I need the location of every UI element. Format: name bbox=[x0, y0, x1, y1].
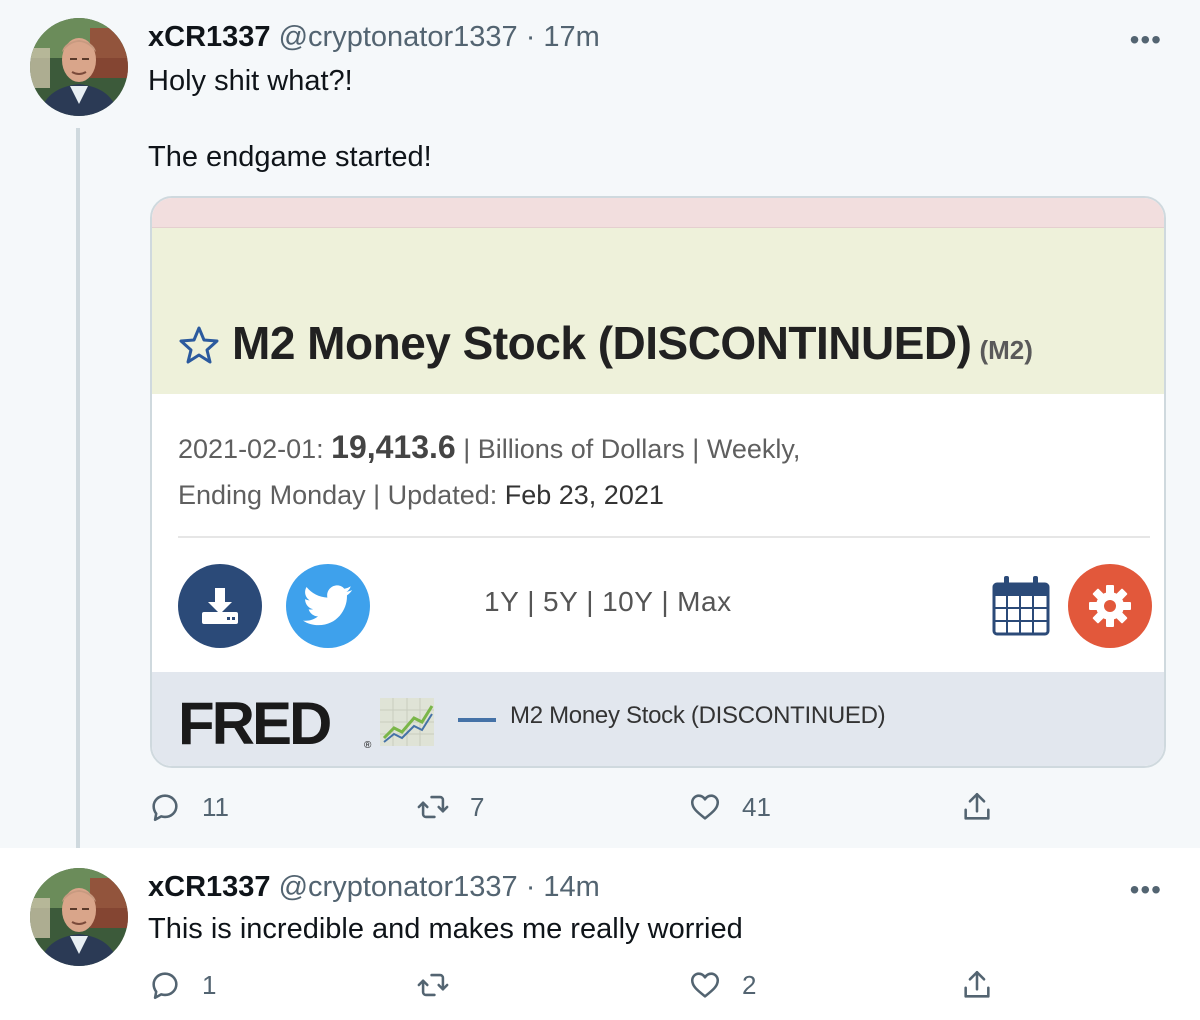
gear-icon bbox=[1089, 585, 1131, 627]
display-name[interactable]: xCR1337 bbox=[148, 871, 271, 903]
tweet-2[interactable]: xCR1337 @cryptonator1337 · 14m ••• This … bbox=[0, 848, 1200, 1020]
card-footer: FRED ® M2 Money Stock (DISCONTINUED) bbox=[152, 672, 1164, 766]
legend-line bbox=[458, 718, 496, 722]
tweet-header: xCR1337 @cryptonator1337 · 17m bbox=[148, 20, 600, 54]
series-info: 2021-02-01: 19,413.6 | Billions of Dolla… bbox=[178, 424, 800, 518]
range-5y[interactable]: 5Y bbox=[543, 586, 578, 617]
tweet-text-line-1: Holy shit what?! bbox=[148, 65, 353, 97]
share-icon bbox=[964, 792, 990, 820]
thread-connector bbox=[76, 128, 80, 858]
card-top-banner bbox=[152, 198, 1164, 228]
tweet-text-line-2: The endgame started! bbox=[148, 141, 432, 173]
display-name[interactable]: xCR1337 bbox=[148, 21, 271, 53]
divider bbox=[178, 536, 1150, 538]
units-frequency: | Billions of Dollars | Weekly, bbox=[463, 434, 801, 464]
tweet-header: xCR1337 @cryptonator1337 · 14m bbox=[148, 870, 600, 904]
range-separator: | bbox=[586, 586, 595, 617]
like-icon bbox=[690, 794, 720, 820]
observation-value: 19,413.6 bbox=[331, 429, 456, 465]
settings-button[interactable] bbox=[1068, 564, 1152, 648]
fred-logo: FRED bbox=[178, 690, 332, 757]
like-count: 41 bbox=[742, 791, 771, 822]
retweet-count: 7 bbox=[470, 791, 485, 822]
reply-button[interactable]: 11 bbox=[148, 790, 229, 824]
avatar[interactable] bbox=[30, 18, 128, 116]
like-button[interactable]: 41 bbox=[688, 790, 771, 824]
range-separator: | bbox=[527, 586, 536, 617]
link-card[interactable]: M2 Money Stock (DISCONTINUED) (M2) 2021-… bbox=[150, 196, 1166, 768]
like-button[interactable]: 2 bbox=[688, 968, 756, 1002]
share-button[interactable] bbox=[960, 790, 994, 824]
like-icon bbox=[690, 972, 720, 998]
star-icon[interactable] bbox=[178, 325, 220, 365]
timestamp[interactable]: 17m bbox=[543, 21, 599, 53]
tweet-1[interactable]: xCR1337 @cryptonator1337 · 17m ••• Holy … bbox=[0, 0, 1200, 858]
download-button[interactable] bbox=[178, 564, 262, 648]
reply-icon bbox=[152, 972, 178, 1000]
reply-button[interactable]: 1 bbox=[148, 968, 216, 1002]
retweet-button[interactable]: 7 bbox=[416, 790, 484, 824]
frequency-updated: Ending Monday | Updated: bbox=[178, 480, 498, 510]
avatar[interactable] bbox=[30, 868, 128, 966]
download-icon bbox=[202, 588, 238, 624]
range-max[interactable]: Max bbox=[677, 586, 731, 617]
share-button[interactable] bbox=[960, 968, 994, 1002]
tweet-actions: 11 7 41 bbox=[148, 790, 1008, 830]
user-handle[interactable]: @cryptonator1337 bbox=[279, 871, 518, 903]
share-icon bbox=[964, 970, 990, 998]
twitter-share-button[interactable] bbox=[286, 564, 370, 648]
series-title-text: M2 Money Stock (DISCONTINUED) bbox=[232, 317, 972, 369]
reply-count: 11 bbox=[202, 791, 229, 822]
series-title: M2 Money Stock (DISCONTINUED) (M2) bbox=[178, 316, 1033, 370]
tweet-text-line-1: This is incredible and makes me really w… bbox=[148, 913, 743, 945]
separator-dot: · bbox=[525, 21, 536, 53]
retweet-icon bbox=[417, 795, 449, 819]
more-options-icon[interactable]: ••• bbox=[1130, 26, 1162, 54]
retweet-icon bbox=[417, 973, 449, 997]
more-options-icon[interactable]: ••• bbox=[1130, 876, 1162, 904]
separator-dot: · bbox=[525, 871, 536, 903]
like-count: 2 bbox=[742, 969, 757, 1000]
fred-registered-mark: ® bbox=[364, 740, 372, 751]
fred-chart-icon bbox=[380, 698, 434, 746]
observation-date: 2021-02-01: bbox=[178, 434, 324, 464]
reply-count: 1 bbox=[202, 969, 217, 1000]
updated-date: Feb 23, 2021 bbox=[504, 480, 664, 510]
range-10y[interactable]: 10Y bbox=[602, 586, 653, 617]
retweet-button[interactable] bbox=[416, 968, 470, 1002]
calendar-icon[interactable] bbox=[992, 574, 1050, 636]
range-1y[interactable]: 1Y bbox=[484, 586, 519, 617]
range-selector: 1Y | 5Y | 10Y | Max bbox=[484, 586, 732, 618]
timestamp[interactable]: 14m bbox=[543, 871, 599, 903]
tweet-actions: 1 2 bbox=[148, 968, 1008, 1008]
series-code: (M2) bbox=[979, 335, 1033, 365]
legend-label: M2 Money Stock (DISCONTINUED) bbox=[510, 702, 886, 729]
reply-icon bbox=[152, 794, 178, 822]
twitter-icon bbox=[303, 585, 353, 626]
range-separator: | bbox=[661, 586, 670, 617]
user-handle[interactable]: @cryptonator1337 bbox=[279, 21, 518, 53]
